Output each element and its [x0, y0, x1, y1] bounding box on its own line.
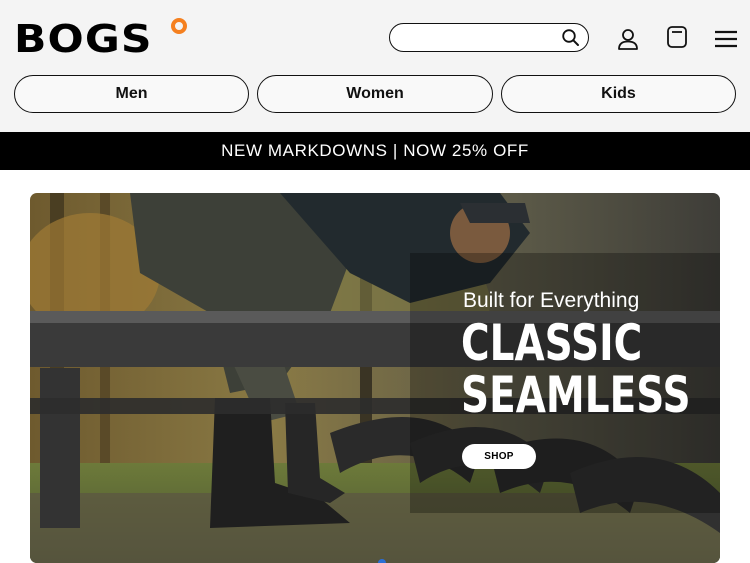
logo-dot-icon [171, 18, 187, 34]
search-input[interactable] [402, 28, 552, 48]
logo-text: BOGS [14, 17, 153, 61]
bogs-logo[interactable]: BOGS [14, 17, 194, 61]
account-icon[interactable] [615, 26, 641, 52]
hero-title-line2: SEAMLESS [461, 366, 691, 424]
shop-button-label: SHOP [484, 451, 514, 462]
menu-icon[interactable] [713, 26, 739, 52]
hero-title: CLASSIC SEAMLESS [461, 317, 691, 421]
nav-kids-label: Kids [601, 85, 636, 102]
shop-button[interactable]: SHOP [462, 444, 536, 469]
nav-women-label: Women [346, 85, 404, 102]
nav-men-label: Men [115, 85, 148, 102]
hero-banner[interactable]: Built for Everything CLASSIC SEAMLESS SH… [30, 193, 720, 563]
search-bar[interactable] [389, 23, 589, 52]
nav-women-button[interactable]: Women [257, 75, 493, 113]
search-icon[interactable] [561, 28, 581, 48]
promo-banner[interactable]: NEW MARKDOWNS | NOW 25% OFF [0, 132, 750, 170]
hero-subtitle: Built for Everything [463, 289, 640, 312]
hero-title-line1: CLASSIC [461, 314, 643, 372]
cart-icon[interactable] [664, 24, 690, 50]
site-header: BOGS Men Women Kids [0, 0, 750, 132]
carousel-indicator[interactable] [378, 559, 386, 563]
nav-kids-button[interactable]: Kids [501, 75, 736, 113]
promo-text: NEW MARKDOWNS | NOW 25% OFF [221, 141, 529, 160]
nav-men-button[interactable]: Men [14, 75, 249, 113]
